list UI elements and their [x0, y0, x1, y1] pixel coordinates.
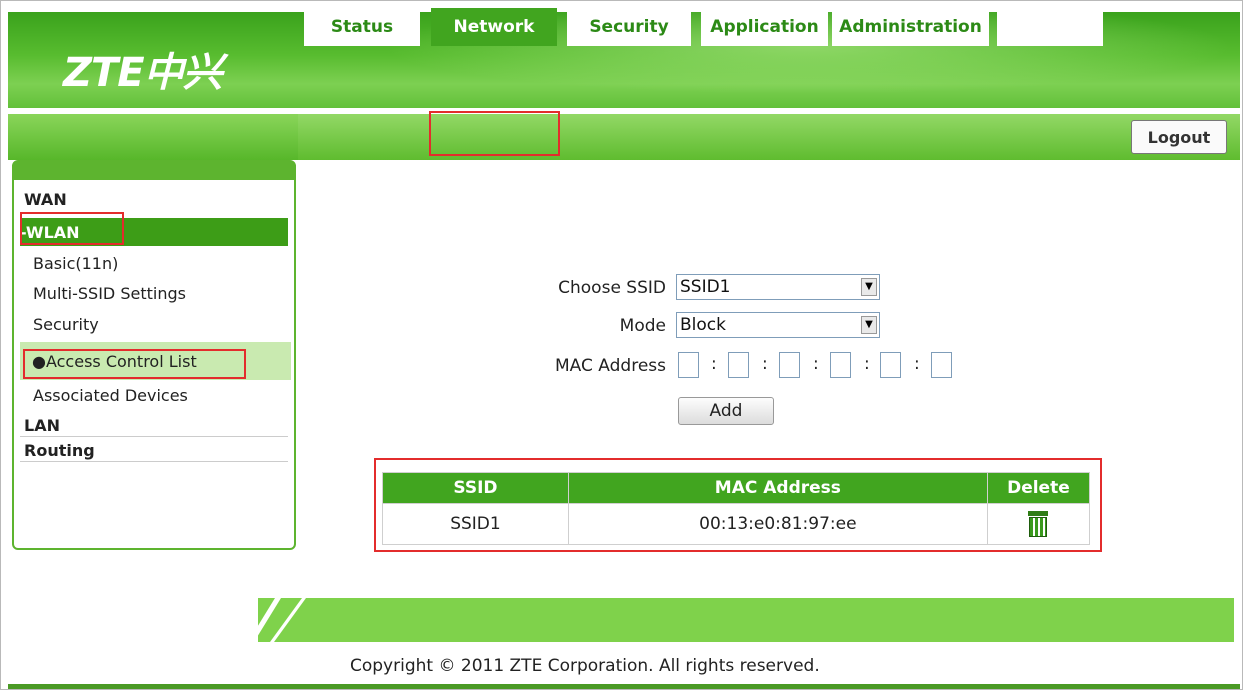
row-mac-cell: 00:13:e0:81:97:ee	[567, 503, 988, 545]
sidebar-item-routing[interactable]: Routing	[24, 441, 304, 460]
bottom-line	[8, 684, 1240, 689]
sidebar-item-lan[interactable]: LAN	[24, 416, 304, 435]
mac-octet-input[interactable]	[880, 352, 901, 378]
mac-address-label: MAC Address	[555, 356, 666, 376]
wlan-highlight	[20, 212, 124, 245]
tab-administration[interactable]: Administration	[832, 8, 989, 46]
add-button[interactable]: Add	[678, 397, 774, 425]
mac-separator: :	[914, 354, 920, 374]
table-row: SSID1 00:13:e0:81:97:ee	[382, 503, 1091, 545]
mac-octet-input[interactable]	[678, 352, 699, 378]
sidebar-item-wan[interactable]: WAN	[24, 190, 304, 209]
tab-application[interactable]: Application	[701, 8, 828, 46]
mac-octet-input[interactable]	[728, 352, 749, 378]
mac-octet-input[interactable]	[779, 352, 800, 378]
mac-separator: :	[711, 354, 717, 374]
mode-select-value: Block	[680, 315, 726, 335]
mode-label: Mode	[619, 316, 666, 336]
mac-separator: :	[813, 354, 819, 374]
sidebar-header-strip	[14, 162, 294, 180]
mac-octet-input[interactable]	[830, 352, 851, 378]
mac-separator: :	[762, 354, 768, 374]
trash-icon[interactable]	[1026, 511, 1050, 537]
choose-ssid-label: Choose SSID	[558, 278, 666, 298]
trash-lid	[1028, 511, 1049, 516]
mac-separator: :	[864, 354, 870, 374]
chevron-down-icon: ▼	[861, 278, 877, 296]
sidebar-item-multi-ssid[interactable]: Multi-SSID Settings	[33, 284, 313, 303]
trash-body	[1029, 517, 1048, 537]
table-header-ssid: SSID	[382, 472, 569, 504]
sidebar-item-associated-devices[interactable]: Associated Devices	[33, 386, 313, 405]
footer-stripe-decoration	[258, 598, 318, 642]
mode-select[interactable]: Block ▼	[676, 312, 880, 338]
sidebar-divider	[20, 436, 288, 437]
tab-network[interactable]: Network	[431, 8, 557, 46]
ssid-select-value: SSID1	[680, 277, 731, 297]
sidebar-item-basic[interactable]: Basic(11n)	[33, 254, 313, 273]
tab-status[interactable]: Status	[304, 8, 420, 46]
zte-logo: ZTE中兴	[63, 50, 223, 96]
footer-bar	[258, 598, 1234, 642]
logout-button[interactable]: Logout	[1131, 120, 1227, 154]
acl-highlight	[23, 349, 246, 379]
ssid-select[interactable]: SSID1 ▼	[676, 274, 880, 300]
row-ssid-cell: SSID1	[382, 503, 569, 545]
copyright-text: Copyright © 2011 ZTE Corporation. All ri…	[350, 656, 820, 676]
table-header-delete: Delete	[986, 472, 1091, 504]
table-header-row: SSID MAC Address Delete	[382, 472, 1091, 504]
tab-security[interactable]: Security	[567, 8, 691, 46]
tab-blank	[997, 8, 1103, 46]
network-tab-highlight	[429, 111, 560, 156]
mac-octet-input[interactable]	[931, 352, 952, 378]
top-nav-bar	[8, 114, 1240, 160]
nav-left-spacer	[8, 114, 298, 160]
sidebar-divider	[20, 461, 288, 462]
sidebar-item-security[interactable]: Security	[33, 315, 313, 334]
table-header-mac: MAC Address	[567, 472, 988, 504]
chevron-down-icon: ▼	[861, 316, 877, 334]
row-delete-cell	[986, 503, 1091, 545]
acl-table: SSID MAC Address Delete SSID1 00:13:e0:8…	[382, 472, 1091, 545]
